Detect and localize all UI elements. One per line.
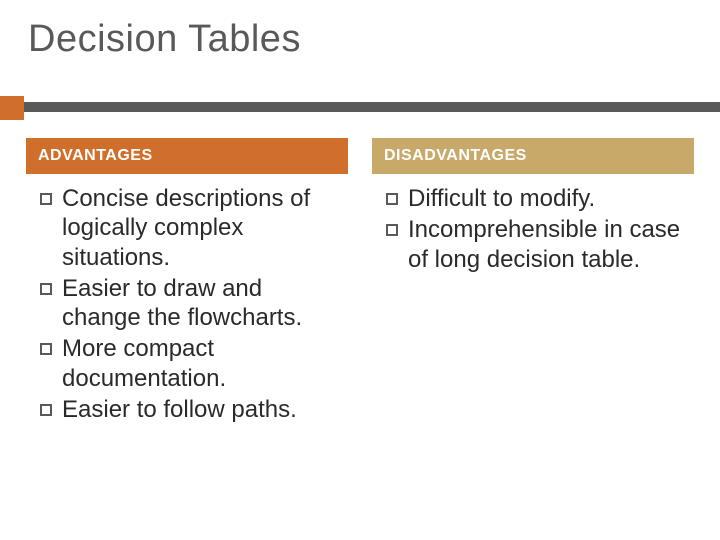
content-columns: ADVANTAGES Concise descriptions of logic… [26,138,694,426]
divider-line [24,102,720,112]
bullet-icon [40,404,52,416]
title-divider [0,96,720,120]
bullet-text: Difficult to modify. [408,184,595,213]
list-item: Difficult to modify. [386,184,688,213]
list-item: Concise descriptions of logically comple… [40,184,342,272]
bullet-text: Concise descriptions of logically comple… [62,184,342,272]
advantages-body: Concise descriptions of logically comple… [26,174,348,424]
list-item: Easier to follow paths. [40,395,342,424]
bullet-icon [386,224,398,236]
bullet-text: Incomprehensible in case of long decisio… [408,215,688,274]
list-item: Incomprehensible in case of long decisio… [386,215,688,274]
bullet-icon [40,343,52,355]
slide-title: Decision Tables [28,18,301,61]
bullet-text: Easier to follow paths. [62,395,297,424]
list-item: Easier to draw and change the flowcharts… [40,274,342,333]
accent-square [0,96,24,120]
advantages-header: ADVANTAGES [26,138,348,174]
bullet-icon [40,193,52,205]
bullet-icon [40,283,52,295]
advantages-column: ADVANTAGES Concise descriptions of logic… [26,138,348,426]
disadvantages-column: DISADVANTAGES Difficult to modify. Incom… [372,138,694,426]
list-item: More compact documentation. [40,334,342,393]
slide: Decision Tables ADVANTAGES Concise descr… [0,0,720,540]
bullet-text: Easier to draw and change the flowcharts… [62,274,342,333]
disadvantages-header: DISADVANTAGES [372,138,694,174]
bullet-icon [386,193,398,205]
bullet-text: More compact documentation. [62,334,342,393]
disadvantages-body: Difficult to modify. Incomprehensible in… [372,174,694,274]
